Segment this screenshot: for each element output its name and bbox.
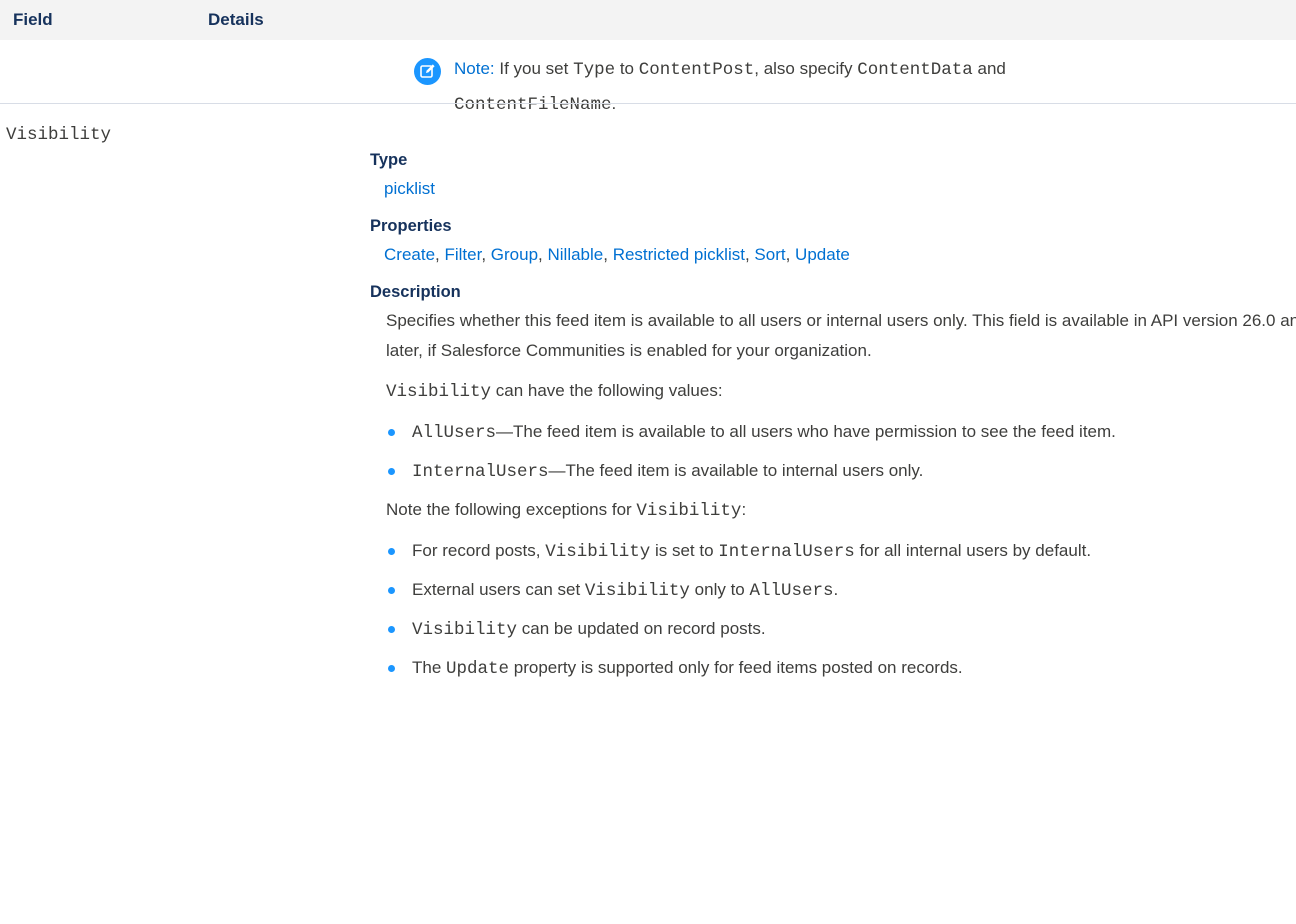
- property-link[interactable]: Create: [384, 245, 435, 264]
- text: External users can set: [412, 580, 585, 599]
- values-intro: Visibility can have the following values…: [386, 376, 1296, 407]
- property-link[interactable]: Update: [795, 245, 850, 264]
- code-value: InternalUsers: [412, 462, 549, 482]
- note-text-part: If you set: [494, 59, 574, 78]
- code: Visibility: [584, 581, 690, 601]
- code: Update: [446, 659, 510, 679]
- code-visibility: Visibility: [636, 501, 742, 521]
- column-header-field: Field: [13, 10, 53, 29]
- code-contentdata: ContentData: [857, 60, 973, 80]
- property-link[interactable]: Group: [491, 245, 538, 264]
- description-text: Specifies whether this feed item is avai…: [386, 311, 1296, 360]
- list-item: External users can set Visibility only t…: [386, 575, 1296, 606]
- note-text-part: and: [972, 59, 1006, 78]
- text: .: [833, 580, 839, 599]
- code: Visibility: [412, 620, 518, 640]
- text: For record posts,: [412, 541, 546, 560]
- property-link[interactable]: Sort: [754, 245, 785, 264]
- separator: ,: [744, 245, 755, 264]
- separator: ,: [603, 245, 613, 264]
- separator: ,: [785, 245, 796, 264]
- text: can be updated on record posts.: [517, 619, 766, 638]
- type-section: Type picklist: [370, 148, 1296, 204]
- type-link[interactable]: picklist: [384, 179, 435, 198]
- description-label: Description: [370, 283, 461, 301]
- list-item: For record posts, Visibility is set to I…: [386, 536, 1296, 567]
- properties-list: Create, Filter, Group, Nillable, Restric…: [384, 240, 1296, 270]
- table-header: Field Details: [0, 0, 1296, 40]
- description-section: Description Specifies whether this feed …: [370, 280, 1296, 684]
- list-item: AllUsers—The feed item is available to a…: [386, 417, 1296, 448]
- text: is set to: [650, 541, 719, 560]
- field-name: Visibility: [6, 125, 112, 145]
- properties-label: Properties: [370, 217, 452, 235]
- note-text-part: , also specify: [754, 59, 858, 78]
- text: The: [412, 658, 447, 677]
- property-link[interactable]: Filter: [444, 245, 481, 264]
- text: —The feed item is available to all users…: [496, 422, 1116, 441]
- values-list: AllUsers—The feed item is available to a…: [386, 417, 1296, 487]
- type-label: Type: [370, 151, 408, 169]
- text: property is supported only for feed item…: [509, 658, 963, 677]
- list-item: InternalUsers—The feed item is available…: [386, 456, 1296, 487]
- code: InternalUsers: [718, 542, 855, 562]
- property-link[interactable]: Nillable: [547, 245, 603, 264]
- description-body: Specifies whether this feed item is avai…: [386, 306, 1296, 684]
- note-text-part: to: [615, 59, 639, 78]
- code: Visibility: [545, 542, 651, 562]
- column-header-details: Details: [208, 10, 264, 29]
- property-link[interactable]: Restricted picklist: [613, 245, 745, 264]
- code-type: Type: [573, 60, 616, 80]
- text: for all internal users by default.: [854, 541, 1092, 560]
- note-label: Note:: [454, 59, 495, 78]
- code-contentpost: ContentPost: [638, 60, 755, 80]
- text: :: [741, 500, 747, 519]
- exceptions-intro: Note the following exceptions for Visibi…: [386, 495, 1296, 526]
- list-item: Visibility can be updated on record post…: [386, 614, 1296, 645]
- text: only to: [689, 580, 750, 599]
- list-item: The Update property is supported only fo…: [386, 653, 1296, 684]
- field-details: Type picklist Properties Create, Filter,…: [370, 148, 1296, 692]
- text: —The feed item is available to internal …: [548, 461, 924, 480]
- note-text: Note: If you set Type to ContentPost, al…: [454, 52, 1274, 122]
- code-contentfilename: ContentFileName: [454, 95, 612, 115]
- text: Note the following exceptions for: [386, 500, 637, 519]
- exceptions-list: For record posts, Visibility is set to I…: [386, 536, 1296, 684]
- code-value: AllUsers: [412, 423, 497, 443]
- text: can have the following values:: [491, 381, 723, 400]
- code-visibility: Visibility: [386, 382, 492, 402]
- separator: ,: [481, 245, 491, 264]
- row-divider: [0, 103, 1296, 104]
- edit-icon: [414, 58, 441, 85]
- code: AllUsers: [749, 581, 834, 601]
- properties-section: Properties Create, Filter, Group, Nillab…: [370, 214, 1296, 270]
